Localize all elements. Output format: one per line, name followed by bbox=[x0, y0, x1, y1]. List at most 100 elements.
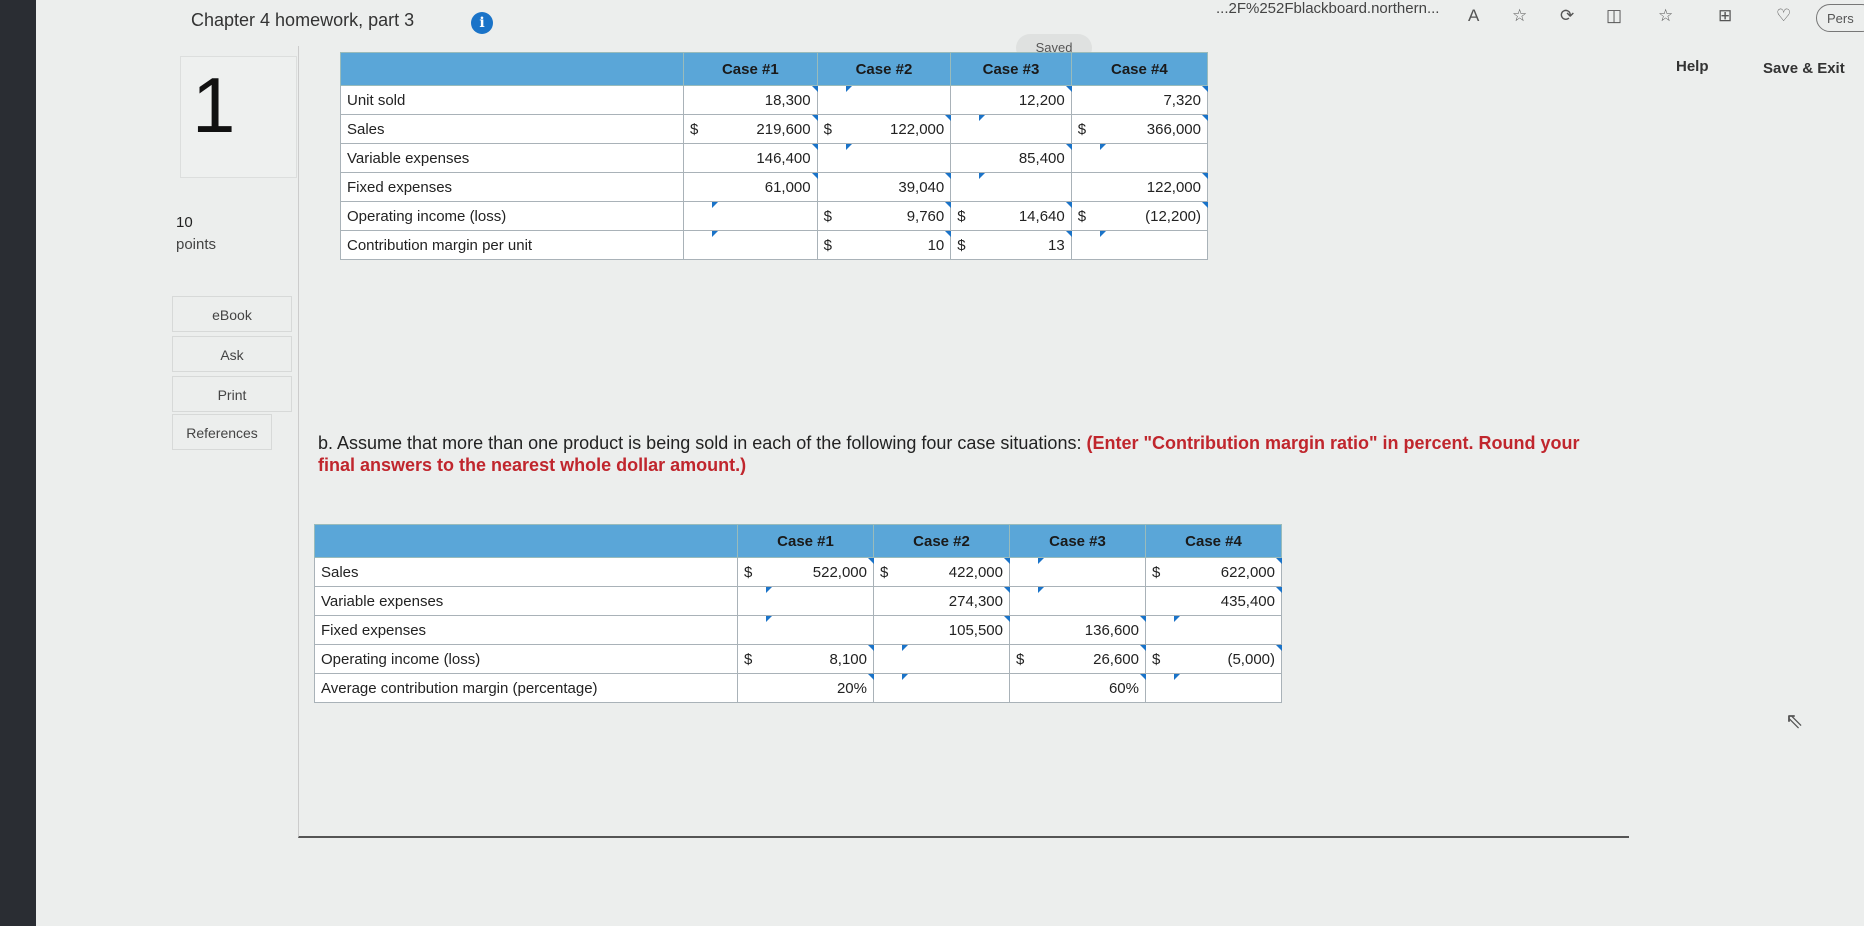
cell-value: 85,400 bbox=[979, 143, 1072, 173]
answer-input[interactable] bbox=[902, 673, 1010, 703]
points-label: points bbox=[176, 236, 217, 253]
cell-value: 146,400 bbox=[712, 143, 818, 173]
currency-symbol bbox=[737, 615, 766, 645]
table-row: Average contribution margin (percentage)… bbox=[314, 673, 1282, 703]
currency-symbol bbox=[950, 114, 980, 144]
cell-value: 219,600 bbox=[712, 114, 818, 144]
top-bar: Chapter 4 homework, part 3 i ...2F%252Fb… bbox=[36, 0, 1864, 40]
answer-input[interactable] bbox=[1099, 230, 1208, 260]
browser-left-edge bbox=[0, 0, 36, 926]
currency-symbol: $ bbox=[737, 644, 766, 674]
cell-value: 61,000 bbox=[712, 172, 818, 202]
currency-symbol bbox=[1009, 673, 1038, 703]
table-row: Sales $219,600 $122,000 $366,000 bbox=[340, 114, 1208, 144]
currency-symbol bbox=[1145, 673, 1174, 703]
answer-input[interactable] bbox=[1174, 673, 1282, 703]
row-label: Unit sold bbox=[340, 85, 684, 115]
cell-value: 366,000 bbox=[1099, 114, 1208, 144]
currency-symbol bbox=[873, 615, 902, 645]
cell-value: 26,600 bbox=[1038, 644, 1146, 674]
row-label: Variable expenses bbox=[340, 143, 684, 173]
table-row: Variable expenses 146,400 85,400 bbox=[340, 143, 1208, 173]
table-row: Contribution margin per unit $10 $13 bbox=[340, 230, 1208, 260]
info-icon[interactable]: i bbox=[471, 12, 493, 34]
cell-value: 12,200 bbox=[979, 85, 1072, 115]
table-header-row: Case #1 Case #2 Case #3 Case #4 bbox=[314, 524, 1282, 558]
row-label: Variable expenses bbox=[314, 586, 738, 616]
currency-symbol: $ bbox=[816, 114, 846, 144]
cell-value: 435,400 bbox=[1174, 586, 1282, 616]
answer-input[interactable] bbox=[1038, 557, 1146, 587]
answer-input[interactable] bbox=[1174, 615, 1282, 645]
print-button[interactable]: Print bbox=[172, 376, 292, 412]
answer-input[interactable] bbox=[766, 586, 874, 616]
currency-symbol bbox=[873, 673, 902, 703]
references-button[interactable]: References bbox=[172, 414, 272, 450]
answer-input[interactable] bbox=[902, 644, 1010, 674]
cell-value: 122,000 bbox=[845, 114, 952, 144]
instruction-main: b. Assume that more than one product is … bbox=[318, 433, 1087, 453]
cell-value: 18,300 bbox=[712, 85, 818, 115]
currency-symbol: $ bbox=[737, 557, 766, 587]
currency-symbol: $ bbox=[873, 557, 902, 587]
collections-icon[interactable]: ⊞ bbox=[1718, 6, 1732, 26]
table-row: Operating income (loss) $9,760 $14,640 $ (12… bbox=[340, 201, 1208, 231]
favorites-list-icon[interactable]: ☆ bbox=[1658, 6, 1673, 26]
table-row: Sales $522,000 $422,000 $622,000 bbox=[314, 557, 1282, 587]
currency-symbol: $ bbox=[1070, 114, 1100, 144]
currency-symbol bbox=[683, 85, 712, 115]
table-part-b: Case #1 Case #2 Case #3 Case #4 Sales $52… bbox=[314, 524, 1282, 703]
save-exit-button[interactable]: Save & Exit bbox=[1763, 60, 1845, 77]
header-case-4: Case #4 bbox=[1145, 524, 1282, 558]
currency-symbol bbox=[816, 143, 846, 173]
favorite-star-icon[interactable]: ☆ bbox=[1512, 6, 1527, 26]
currency-symbol bbox=[1070, 230, 1100, 260]
currency-symbol bbox=[1070, 172, 1100, 202]
profile-button[interactable]: Pers bbox=[1816, 4, 1864, 32]
currency-symbol bbox=[1009, 557, 1038, 587]
answer-input[interactable] bbox=[979, 114, 1072, 144]
table-row: Fixed expenses 105,500 136,600 bbox=[314, 615, 1282, 645]
cell-value: 274,300 bbox=[902, 586, 1010, 616]
question-number: 1 bbox=[192, 61, 236, 149]
answer-input[interactable] bbox=[712, 230, 818, 260]
row-label: Operating income (loss) bbox=[314, 644, 738, 674]
answer-input[interactable] bbox=[845, 85, 952, 115]
table-header-row: Case #1 Case #2 Case #3 Case #4 bbox=[340, 52, 1209, 86]
url-fragment[interactable]: ...2F%252Fblackboard.northern... bbox=[1216, 0, 1439, 17]
answer-input[interactable] bbox=[979, 172, 1072, 202]
header-blank bbox=[340, 52, 684, 86]
ebook-button[interactable]: eBook bbox=[172, 296, 292, 332]
currency-symbol bbox=[873, 644, 902, 674]
currency-symbol: $ bbox=[950, 230, 980, 260]
row-label: Contribution margin per unit bbox=[340, 230, 684, 260]
currency-symbol bbox=[1070, 143, 1100, 173]
currency-symbol bbox=[683, 172, 712, 202]
cell-value: 60% bbox=[1038, 673, 1146, 703]
row-label: Fixed expenses bbox=[340, 172, 684, 202]
extensions-icon[interactable]: ⟳ bbox=[1560, 6, 1574, 26]
answer-input[interactable] bbox=[1099, 143, 1208, 173]
currency-symbol: $ bbox=[816, 230, 846, 260]
split-screen-icon[interactable]: ◫ bbox=[1606, 6, 1622, 26]
header-case-3: Case #3 bbox=[1009, 524, 1146, 558]
currency-symbol: $ bbox=[1145, 557, 1174, 587]
cell-value: 9,760 bbox=[845, 201, 952, 231]
table-row: Unit sold 18,300 12,200 7,320 bbox=[340, 85, 1208, 115]
answer-input[interactable] bbox=[1038, 586, 1146, 616]
currency-symbol bbox=[683, 201, 712, 231]
cell-value: 622,000 bbox=[1174, 557, 1282, 587]
header-case-2: Case #2 bbox=[873, 524, 1010, 558]
cell-value: 39,040 bbox=[845, 172, 952, 202]
read-aloud-icon[interactable]: A bbox=[1468, 6, 1479, 26]
answer-input[interactable] bbox=[845, 143, 952, 173]
table-row: Fixed expenses 61,000 39,040 122,000 bbox=[340, 172, 1208, 202]
help-button[interactable]: Help bbox=[1676, 58, 1709, 75]
answer-input[interactable] bbox=[766, 615, 874, 645]
ask-button[interactable]: Ask bbox=[172, 336, 292, 372]
answer-input[interactable] bbox=[712, 201, 818, 231]
copilot-icon[interactable]: ♡ bbox=[1776, 6, 1791, 26]
row-label: Sales bbox=[314, 557, 738, 587]
currency-symbol: $ bbox=[816, 201, 846, 231]
currency-symbol bbox=[737, 673, 766, 703]
